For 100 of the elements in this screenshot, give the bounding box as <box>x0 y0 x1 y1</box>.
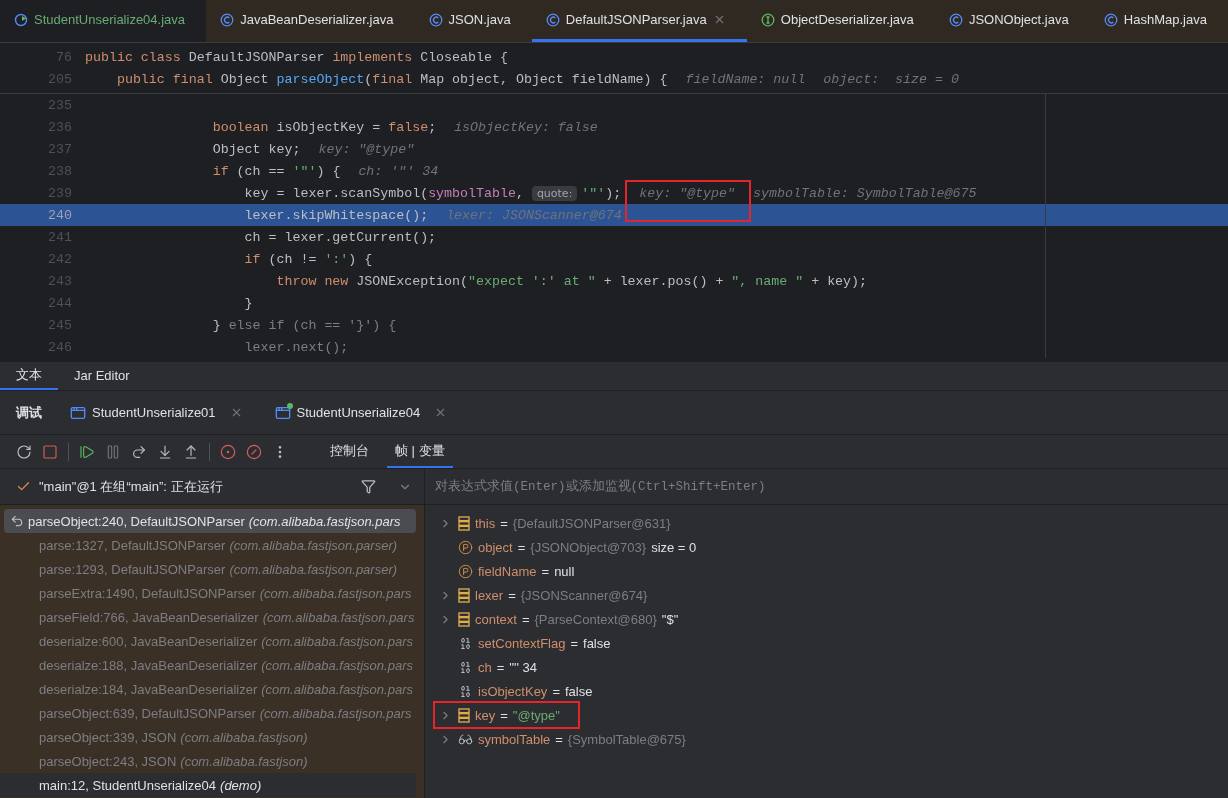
code-token: ) { <box>316 163 341 179</box>
running-dot-icon <box>286 402 293 409</box>
stack-frame[interactable]: parseObject:240, DefaultJSONParser (com.alibaba.fastjson.pars <box>4 509 416 533</box>
code-token: Object key; <box>211 141 301 157</box>
inline-hint: isObjectKey: false <box>454 119 598 135</box>
code-token: parseObject <box>276 71 365 87</box>
code-token: public final <box>115 71 214 87</box>
equals-sign: = <box>508 587 516 603</box>
step-out-icon[interactable] <box>183 443 199 460</box>
session-tab[interactable]: StudentUnserialize01 <box>66 391 247 434</box>
frame-method: parseField:766, JavaBeanDeserializer <box>39 609 259 625</box>
parameter-icon <box>458 563 473 579</box>
pause-icon[interactable] <box>105 443 121 460</box>
editor-tab[interactable]: ObjectDeserializer.java <box>746 0 935 42</box>
editor-tab[interactable]: JavaBeanDeserializer.java <box>206 0 415 42</box>
return-arrow-icon <box>10 514 24 528</box>
stack-icon <box>458 611 470 627</box>
variable-row[interactable]: fieldName = null <box>425 559 1228 583</box>
frame-method: parseObject:339, JSON <box>39 729 177 745</box>
view-tab[interactable]: 控制台 <box>322 435 377 468</box>
frame-method: parseObject:243, JSON <box>39 753 177 769</box>
code-token: ':' <box>324 251 349 267</box>
variable-name: isObjectKey <box>478 683 548 699</box>
rerun-icon[interactable] <box>16 443 32 460</box>
editor-tab[interactable]: HashMap.java <box>1089 0 1228 42</box>
view-tab[interactable]: 帧 | 变量 <box>387 435 453 468</box>
variable-value: false <box>583 635 611 651</box>
variable-row[interactable]: symbolTable = {SymbolTable@675} <box>425 727 1228 751</box>
frame-package: (com.alibaba.fastjson.parser) <box>229 561 398 577</box>
variable-name: context <box>475 611 517 627</box>
variable-name: key <box>475 707 496 723</box>
variable-row[interactable]: key = "@type" <box>425 703 1228 727</box>
frame-package: (com.alibaba.fastjson.pars <box>259 585 412 601</box>
variable-value: size = 0 <box>651 539 697 555</box>
variable-row[interactable]: setContextFlag = false <box>425 631 1228 655</box>
editor-tab[interactable]: DefaultJSONParser.java <box>531 0 747 42</box>
breakpoints-icon[interactable] <box>220 443 236 460</box>
line-number: 240 <box>47 207 73 223</box>
variable-value: {JSONObject@703} <box>530 539 647 555</box>
variable-name: this <box>475 515 496 531</box>
window-icon <box>70 404 86 421</box>
editor-tab[interactable]: JSON.java <box>414 0 532 42</box>
class-icon <box>1103 12 1118 27</box>
filter-icon[interactable] <box>361 479 376 494</box>
frame-package: (com.alibaba.fastjson.pars <box>259 705 412 721</box>
frame-package: (com.alibaba.fastjson) <box>180 753 308 769</box>
thread-label: "main"@1 在组“main”: 正在运行 <box>39 477 224 496</box>
window-icon <box>274 404 291 421</box>
inline-hint: key: "@type" <box>639 185 736 201</box>
code-token: "expect ':' at " <box>468 273 596 289</box>
code-token: '"' <box>292 163 317 179</box>
frame-method: parseExtra:1490, DefaultJSONParser <box>39 585 256 601</box>
editor-tab[interactable]: JSONObject.java <box>934 0 1090 42</box>
variable-value: false <box>564 683 593 699</box>
resume-icon[interactable] <box>79 443 95 460</box>
editor-mode-tab[interactable]: Jar Editor <box>58 362 146 390</box>
variable-row[interactable]: lexer = {JSONScanner@674} <box>425 583 1228 607</box>
code-token: throw new <box>275 273 350 289</box>
code-token: Object <box>220 71 270 87</box>
binary-icon <box>458 683 473 699</box>
variable-row[interactable]: this = {DefaultJSONParser@631} <box>425 511 1228 535</box>
mute-breakpoints-icon[interactable] <box>246 443 262 460</box>
inline-hint: fieldName: null <box>685 71 806 87</box>
step-into-icon[interactable] <box>157 443 173 460</box>
equals-sign: = <box>570 635 579 651</box>
code-token: Map object, Object fieldName) { <box>420 71 668 87</box>
variable-row[interactable]: object = {JSONObject@703} size = 0 <box>425 535 1228 559</box>
variable-row[interactable]: isObjectKey = false <box>425 679 1228 703</box>
equals-sign: = <box>521 611 530 627</box>
code-token: + lexer.pos() + <box>602 273 725 289</box>
frame-method: parse:1327, DefaultJSONParser <box>39 537 226 553</box>
variable-value: '"' 34 <box>509 659 537 675</box>
frame-method: deserialze:188, JavaBeanDeserializer <box>39 657 258 673</box>
code-token: lexer.next(); <box>243 339 349 355</box>
stop-icon[interactable] <box>42 443 58 460</box>
code-token: JSONException( <box>356 273 469 289</box>
frame-package: (com.alibaba.fastjson.pars <box>261 681 413 697</box>
code-token: DefaultJSONParser <box>188 49 326 65</box>
inline-hint: object: size = 0 <box>823 71 959 87</box>
variable-name: ch <box>478 659 492 675</box>
stack-icon <box>458 707 470 723</box>
variable-row[interactable]: ch = '"' 34 <box>425 655 1228 679</box>
variable-name: lexer <box>475 587 504 603</box>
inline-hint: key: "@type" <box>318 141 415 157</box>
code-token: ", name " <box>731 273 804 289</box>
equals-sign: = <box>552 683 560 699</box>
panel-title: 调试 <box>16 403 42 422</box>
variable-value: {JSONScanner@674} <box>520 587 648 603</box>
frame-package: (com.alibaba.fastjson.pars <box>248 513 401 529</box>
variable-value: {SymbolTable@675} <box>567 731 686 747</box>
stack-frame[interactable]: main:12, StudentUnserialize04 (demo) <box>0 773 416 797</box>
variable-row[interactable]: context = {ParseContext@680} "$" <box>425 607 1228 631</box>
code-token: (ch == <box>236 163 286 179</box>
session-tab[interactable]: StudentUnserialize04 <box>270 391 452 434</box>
frame-package: (com.alibaba.fastjson.pars <box>262 609 415 625</box>
code-token: } <box>211 317 222 333</box>
variable-value: "@type" <box>512 707 560 723</box>
step-over-icon[interactable] <box>131 443 147 460</box>
variable-name: symbolTable <box>478 731 551 747</box>
code-token: (ch != <box>268 251 318 267</box>
